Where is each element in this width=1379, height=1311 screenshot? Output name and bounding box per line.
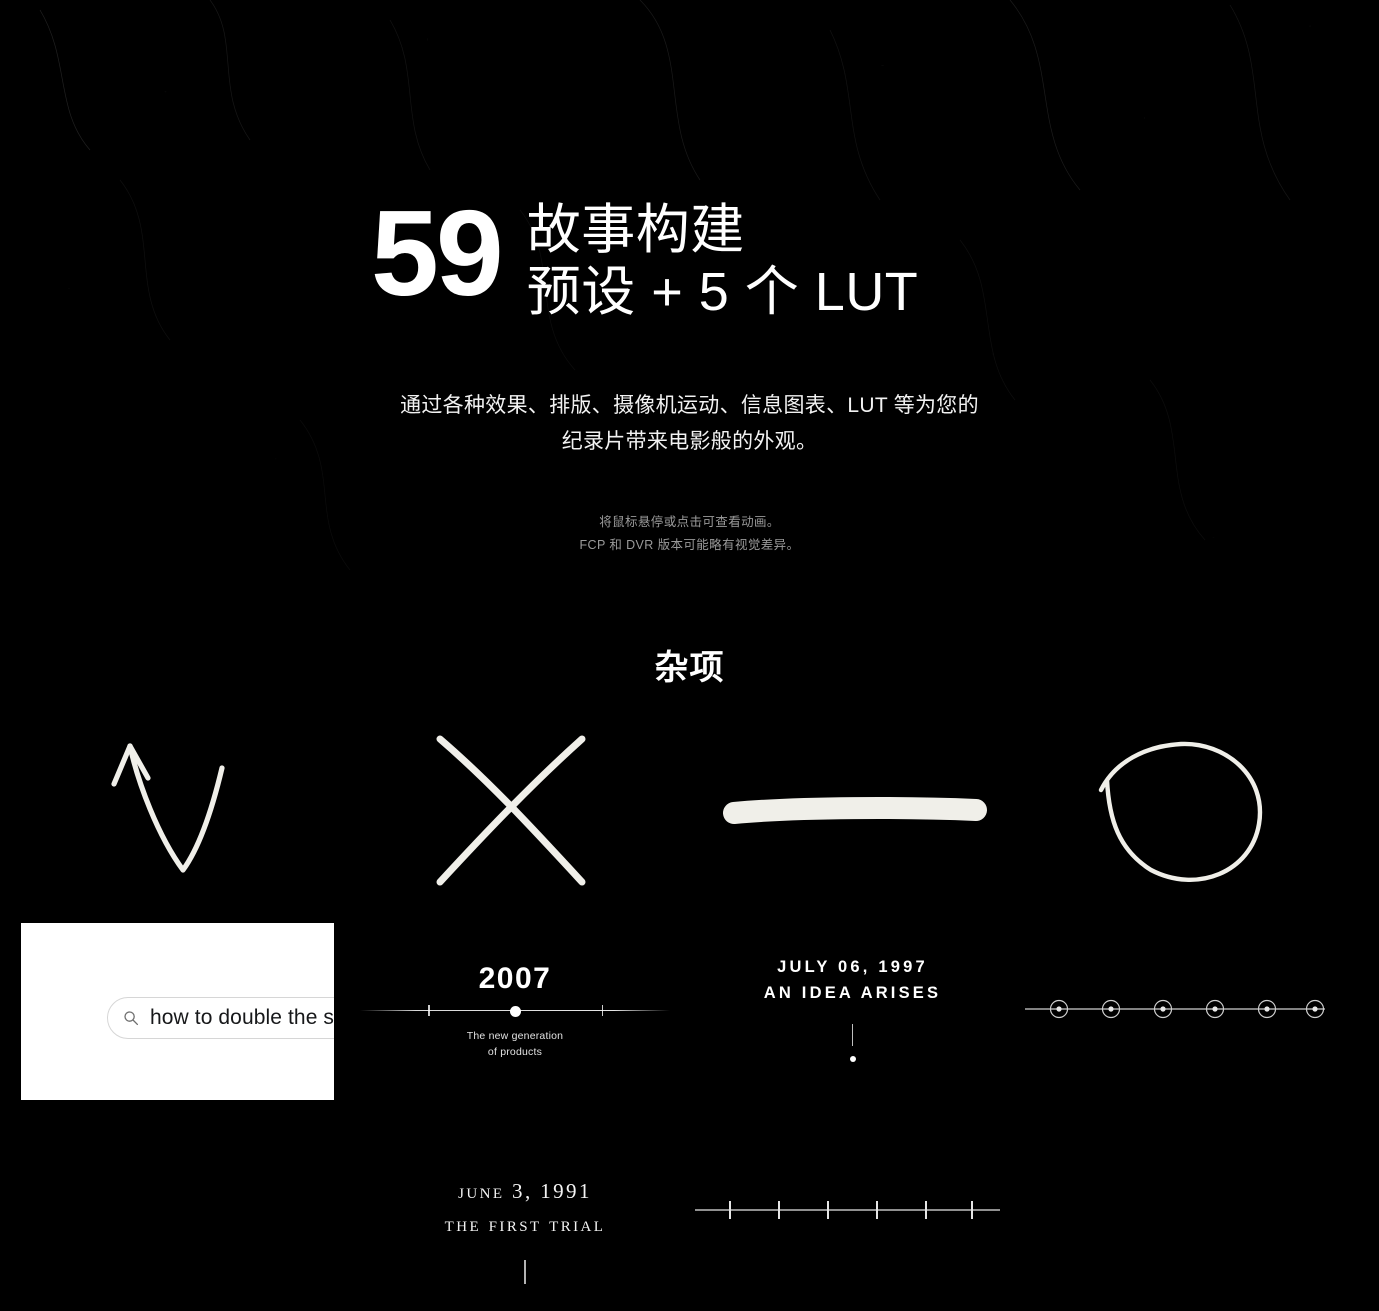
headline-text-block: 故事构建 预设 + 5 个 LUT — [527, 196, 919, 323]
timeline-marker-dot — [509, 1005, 521, 1017]
timeline-2007-caption-line-2: of products — [487, 1046, 543, 1059]
timeline-2007: 2007 The new generation of products — [360, 962, 670, 1061]
hint-note-line-1: 将鼠标悬停或点击可查看动画。 — [599, 515, 780, 529]
section-title-misc: 杂项 — [654, 649, 725, 687]
timeline-1991-stem — [524, 1260, 526, 1285]
timeline-2007-caption: The new generation of products — [360, 1028, 670, 1061]
hero-headline: 59 故事构建 预设 + 5 个 LUT — [371, 185, 919, 323]
timeline-1997-dot — [849, 1056, 856, 1063]
timeline-tick — [428, 1005, 430, 1016]
hand-drawn-cross-icon[interactable] — [430, 730, 592, 892]
preset-count-number: 59 — [371, 185, 504, 321]
hand-drawn-circle-icon[interactable] — [1093, 732, 1273, 892]
search-query-text: how to double the sale — [150, 1006, 334, 1029]
headline-line-1: 故事构建 — [526, 200, 745, 260]
hint-note-line-2: FCP 和 DVR 版本可能略有视觉差异。 — [579, 537, 800, 552]
timeline-1997: JULY 06, 1997 AN IDEA ARISES — [745, 955, 960, 1063]
headline-line-2: 预设 + 5 个 LUT — [526, 261, 919, 322]
timeline-2007-year: 2007 — [478, 962, 552, 995]
timeline-1997-stem — [851, 1024, 854, 1047]
timeline-1991-event: The first trial — [444, 1211, 606, 1236]
page-root: 59 故事构建 预设 + 5 个 LUT 通过各种效果、排版、摄像机运动、信息图… — [0, 0, 1379, 1311]
search-card: how to double the sale — [21, 923, 334, 1100]
timeline-1997-event: AN IDEA ARISES — [763, 983, 942, 1002]
timeline-ruler — [695, 1195, 1000, 1230]
search-icon — [123, 1010, 139, 1026]
hand-drawn-highlight-bar-icon[interactable] — [723, 794, 987, 830]
timeline-2007-caption-line-1: The new generation — [466, 1030, 564, 1042]
hero-description-line-2: 纪录片带来电影般的外观。 — [561, 430, 818, 454]
timeline-tick — [601, 1005, 604, 1016]
search-input[interactable]: how to double the sale — [107, 997, 334, 1039]
timeline-2007-axis — [360, 1001, 670, 1019]
timeline-1991-date: June 3, 1991 — [458, 1179, 592, 1203]
hand-drawn-up-arrow-icon[interactable] — [100, 728, 240, 893]
hero-description-line-1: 通过各种效果、排版、摄像机运动、信息图表、LUT 等为您的 — [400, 394, 979, 417]
timeline-1997-date: JULY 06, 1997 — [777, 958, 928, 976]
timeline-1991: June 3, 1991 The first trial — [405, 1175, 645, 1285]
hero-hint-note: 将鼠标悬停或点击可查看动画。 FCP 和 DVR 版本可能略有视觉差异。 — [0, 511, 1379, 556]
hero-description: 通过各种效果、排版、摄像机运动、信息图表、LUT 等为您的 纪录片带来电影般的外… — [0, 388, 1379, 460]
timeline-node-rail — [1025, 996, 1325, 1027]
